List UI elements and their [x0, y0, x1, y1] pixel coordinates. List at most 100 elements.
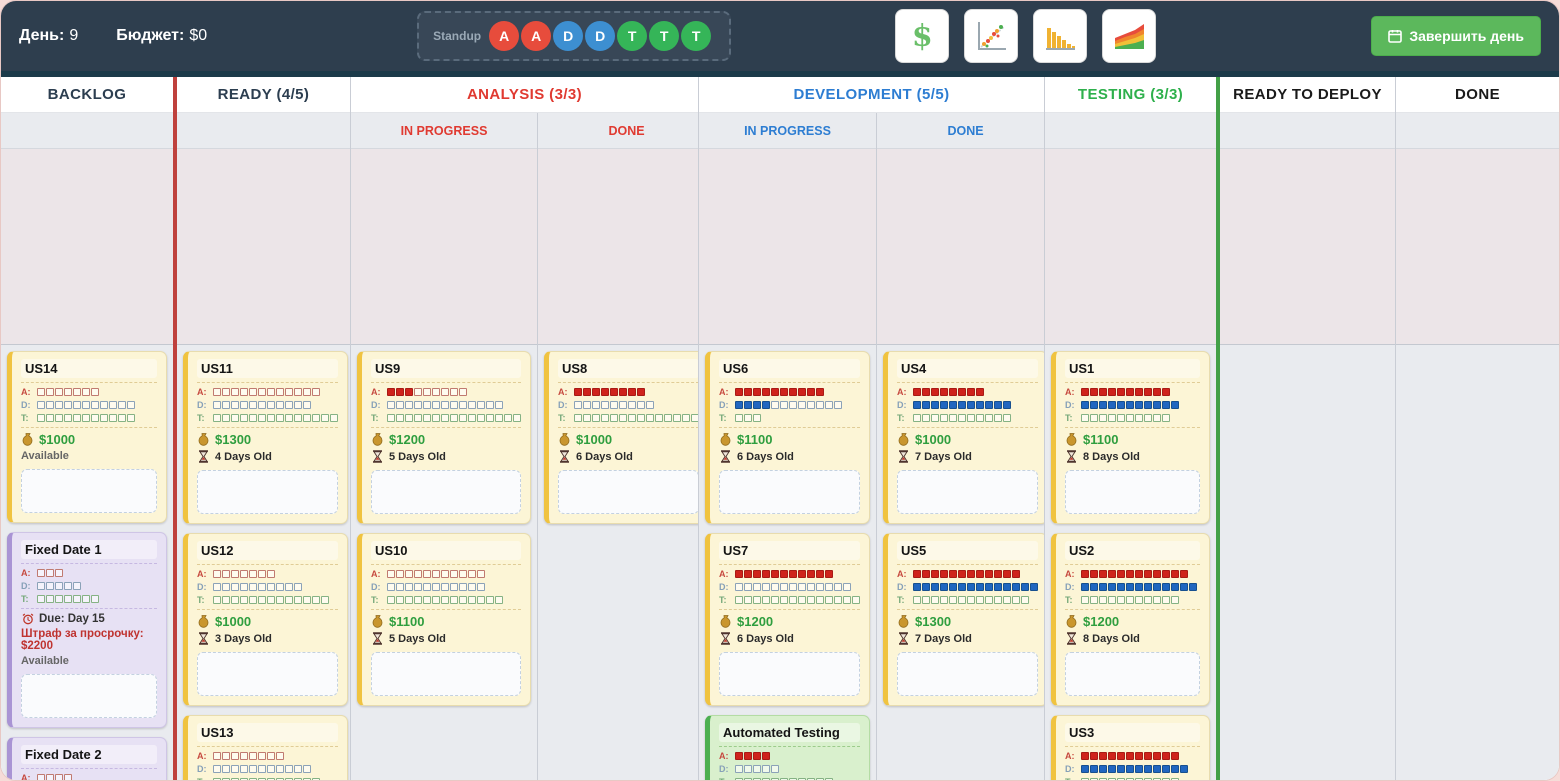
money-bag-icon: [1065, 615, 1078, 628]
progress-cell: [37, 582, 45, 590]
progress-cell: [771, 596, 779, 604]
progress-cell: [985, 570, 993, 578]
progress-cell: [267, 388, 275, 396]
card-us1[interactable]: US1 A: D: T: $1100 8 Days Old: [1051, 351, 1210, 524]
progress-cell: [1171, 765, 1179, 773]
progress-cell: [949, 388, 957, 396]
ready-to-deploy-drop-zone[interactable]: [1220, 149, 1395, 345]
progress-cell: [303, 388, 311, 396]
analysis-done-drop-zone[interactable]: [538, 149, 715, 345]
area-chart-button[interactable]: [1102, 9, 1157, 63]
bar-label: D:: [719, 582, 729, 592]
card-age: 6 Days Old: [558, 450, 699, 463]
column-done: DONE: [1395, 77, 1559, 780]
worker-drop-area[interactable]: [1065, 470, 1200, 514]
progress-cell: [222, 752, 230, 760]
development-done-drop-zone[interactable]: [877, 149, 1054, 345]
progress-cell: [1153, 765, 1161, 773]
bar-chart-button[interactable]: [1033, 9, 1088, 63]
card-fixed-date-2[interactable]: Fixed Date 2A:D:T:$2500: [7, 737, 167, 780]
bar-label: D:: [897, 582, 907, 592]
bar-label: T:: [197, 777, 213, 780]
backlog-drop-zone[interactable]: [1, 149, 173, 345]
card-us4[interactable]: US4 A: D: T: $1000 7 Days Old: [883, 351, 1048, 524]
card-meta: $1300 7 Days Old: [897, 614, 1038, 645]
analysis-in-progress-drop-zone[interactable]: [351, 149, 537, 345]
budget-label: Бюджет:: [116, 27, 185, 44]
tester-avatar[interactable]: T: [617, 21, 648, 51]
developer-avatar[interactable]: D: [585, 21, 616, 51]
worker-drop-area[interactable]: [197, 470, 338, 514]
progress-cell: [1030, 583, 1038, 591]
progress-cell: [1090, 752, 1098, 760]
analyst-avatar[interactable]: A: [521, 21, 552, 51]
backlog-card-list: US14 A: D: T: $1000 Available Fixed Date 1 A: D:…: [1, 345, 173, 780]
progress-cell: [459, 596, 467, 604]
card-us5[interactable]: US5 A: D: T: $1300 7 Days Old: [883, 533, 1048, 706]
worker-drop-area[interactable]: [21, 469, 157, 513]
progress-cell: [222, 596, 230, 604]
card-us14[interactable]: US14 A: D: T: $1000 Available: [7, 351, 167, 523]
money-bag-icon: [558, 433, 571, 446]
card-us10[interactable]: US10 A: D: T: $1100 5 Days Old: [357, 533, 531, 706]
worker-drop-area[interactable]: [897, 470, 1038, 514]
card-us13[interactable]: US13A:D:T:$1000: [183, 715, 348, 780]
progress-cell: [976, 401, 984, 409]
progress-cell: [1144, 596, 1152, 604]
progress-cell: [1135, 414, 1143, 422]
progress-cell: [753, 765, 761, 773]
worker-drop-area[interactable]: [719, 470, 860, 514]
card-us9[interactable]: US9 A: D: T: $1200 5 Days Old: [357, 351, 531, 524]
worker-drop-area[interactable]: [1065, 652, 1200, 696]
progress-cell: [46, 569, 54, 577]
ready-drop-zone[interactable]: [177, 149, 354, 345]
card-us11[interactable]: US11 A: D: T: $1300 4 Days Old: [183, 351, 348, 524]
progress-cell: [294, 388, 302, 396]
effort-bars: A: D: T:: [371, 387, 521, 423]
progress-cell: [450, 401, 458, 409]
worker-drop-area[interactable]: [21, 674, 157, 718]
card-meta: $1200 8 Days Old: [1065, 614, 1200, 645]
money-chart-button[interactable]: $: [895, 9, 950, 63]
card-us2[interactable]: US2 A: D: T: $1200 8 Days Old: [1051, 533, 1210, 706]
worker-drop-area[interactable]: [371, 652, 521, 696]
worker-drop-area[interactable]: [897, 652, 1038, 696]
developer-avatar[interactable]: D: [553, 21, 584, 51]
worker-drop-area[interactable]: [371, 470, 521, 514]
tester-avatar[interactable]: T: [649, 21, 680, 51]
development-in-progress-drop-zone[interactable]: [699, 149, 876, 345]
progress-cell: [1099, 388, 1107, 396]
worker-drop-area[interactable]: [558, 470, 699, 514]
card-automated-testing[interactable]: Automated TestingA:D:T:6 Days Old: [705, 715, 870, 780]
card-value-text: $1000: [39, 432, 76, 447]
progress-cell: [922, 414, 930, 422]
progress-cell: [744, 765, 752, 773]
card-us6[interactable]: US6 A: D: T: $1100 6 Days Old: [705, 351, 870, 524]
effort-bar-a: A:: [897, 387, 1038, 397]
progress-cell: [976, 414, 984, 422]
card-us12[interactable]: US12 A: D: T: $1000 3 Days Old: [183, 533, 348, 706]
tester-avatar[interactable]: T: [681, 21, 712, 51]
card-us3[interactable]: US3A:D:T:$1100: [1051, 715, 1210, 780]
card-fixed-date-1[interactable]: Fixed Date 1 A: D: T: Due: Day 15 Штраф за пр…: [7, 532, 167, 728]
progress-cell: [843, 583, 851, 591]
card-us8[interactable]: US8 A: D: T: $1000 6 Days Old: [544, 351, 709, 524]
end-day-button[interactable]: Завершить день: [1371, 16, 1541, 56]
card-us7[interactable]: US7 A: D: T: $1200 6 Days Old: [705, 533, 870, 706]
progress-cell: [414, 388, 422, 396]
worker-drop-area[interactable]: [719, 652, 860, 696]
testing-drop-zone[interactable]: [1045, 149, 1216, 345]
progress-cell: [994, 401, 1002, 409]
scatter-chart-button[interactable]: [964, 9, 1019, 63]
bar-chart-icon: [1046, 28, 1076, 50]
progress-cell: [789, 570, 797, 578]
effort-bar-a: A:: [21, 568, 157, 578]
progress-cell: [387, 583, 395, 591]
done-drop-zone[interactable]: [1396, 149, 1559, 345]
progress-cell: [1081, 596, 1089, 604]
worker-drop-area[interactable]: [197, 652, 338, 696]
analyst-avatar[interactable]: A: [489, 21, 520, 51]
bar-label: D:: [197, 764, 207, 774]
card-value-text: $1300: [215, 432, 252, 447]
progress-cell: [753, 414, 761, 422]
